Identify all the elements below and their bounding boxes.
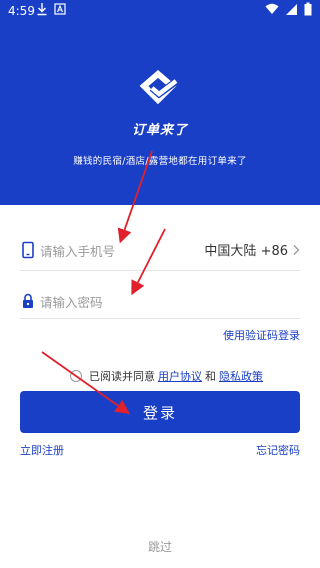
- agreement-and: 和: [205, 370, 216, 383]
- phone-field[interactable]: 请输入手机号 中国大陆 +86: [20, 232, 300, 268]
- skip-button[interactable]: 跳过: [0, 538, 320, 555]
- download-icon: [37, 3, 47, 16]
- agreement-prefix: 已阅读并同意: [89, 370, 155, 383]
- region-label: 中国大陆 +86: [204, 244, 288, 259]
- a-box-icon: [54, 3, 66, 15]
- wifi-icon: [265, 3, 279, 14]
- brand-slogan: 赚钱的民宿/酒店/露营地都在用订单来了: [73, 156, 247, 167]
- password-input[interactable]: 请输入密码: [40, 292, 103, 311]
- chevron-right-icon: [293, 244, 300, 255]
- login-button[interactable]: 登录: [20, 391, 300, 433]
- status-time: 4:59: [8, 4, 35, 18]
- app-logo-icon: [139, 70, 181, 105]
- password-field[interactable]: 请输入密码: [20, 283, 300, 319]
- sms-login-link[interactable]: 使用验证码登录: [223, 327, 300, 343]
- region-selector[interactable]: 中国大陆 +86: [204, 240, 300, 259]
- privacy-policy-link[interactable]: 隐私政策: [219, 368, 263, 384]
- register-link[interactable]: 立即注册: [20, 442, 64, 458]
- agreement-row: 已阅读并同意 用户协议 和 隐私政策: [70, 368, 263, 384]
- phone-input[interactable]: 请输入手机号: [40, 241, 115, 260]
- status-bar: 4:59: [0, 0, 320, 22]
- brand-name: 订单来了: [131, 123, 188, 138]
- battery-icon: [304, 2, 312, 16]
- user-agreement-link[interactable]: 用户协议: [158, 368, 202, 384]
- divider: [20, 318, 300, 319]
- divider: [20, 270, 300, 271]
- signal-icon: [286, 4, 297, 15]
- agreement-checkbox[interactable]: [70, 370, 82, 382]
- header-banner: 4:59 订单来了 赚钱的民宿/酒店/露营地都在用订单来了: [0, 0, 320, 205]
- phone-icon: [22, 241, 34, 259]
- forgot-password-link[interactable]: 忘记密码: [256, 442, 300, 458]
- lock-icon: [23, 293, 33, 308]
